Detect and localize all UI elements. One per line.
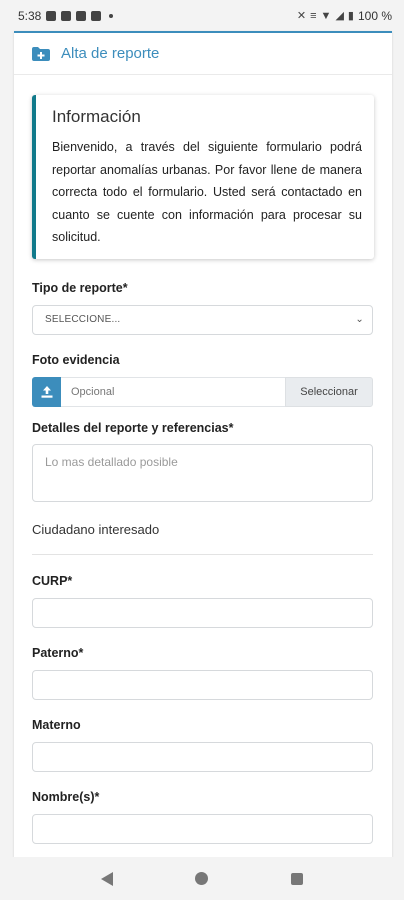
image-notification-icon bbox=[46, 10, 57, 21]
battery-icon: ▮ bbox=[347, 10, 354, 22]
wifi-icon: ▼ bbox=[320, 9, 332, 22]
materno-label: Materno bbox=[32, 717, 81, 732]
curp-label: CURP* bbox=[32, 573, 73, 588]
system-nav-bar bbox=[0, 857, 404, 900]
info-title: Información bbox=[52, 107, 141, 126]
foto-evidencia-input[interactable]: Opcional bbox=[61, 376, 285, 407]
bag-notification-icon bbox=[91, 10, 102, 21]
foto-evidencia-field: Opcional Seleccionar bbox=[32, 376, 373, 407]
home-icon[interactable] bbox=[195, 872, 209, 885]
detalles-label: Detalles del reporte y referencias* bbox=[32, 420, 234, 435]
recents-icon[interactable] bbox=[290, 872, 303, 885]
status-time: 5:38 bbox=[18, 8, 42, 23]
ciudadano-section-title: Ciudadano interesado bbox=[32, 521, 160, 537]
more-notifications-icon bbox=[109, 13, 114, 18]
signal-icon: ◢ bbox=[335, 10, 344, 22]
paterno-input[interactable] bbox=[32, 669, 373, 700]
card-header: Alta de reporte bbox=[14, 33, 392, 75]
upload-icon bbox=[41, 385, 52, 398]
detalles-textarea[interactable]: Lo mas detallado posible bbox=[32, 443, 373, 502]
tipo-reporte-value: SELECCIONE... bbox=[45, 314, 121, 325]
status-bar: 5:38 ✕ ≡ ▼ ◢ ▮ 100 % bbox=[0, 0, 404, 31]
app-notification-icon bbox=[61, 10, 72, 21]
info-callout: Información Bienvenido, a través del sig… bbox=[32, 95, 374, 259]
tipo-reporte-select[interactable]: SELECCIONE... ⌄ bbox=[32, 304, 373, 335]
back-icon[interactable] bbox=[101, 871, 114, 886]
foto-evidencia-label: Foto evidencia bbox=[32, 352, 120, 367]
upload-button[interactable] bbox=[32, 376, 61, 407]
nombre-label: Nombre(s)* bbox=[32, 789, 100, 804]
sync-notification-icon bbox=[76, 10, 87, 21]
mute-icon: ✕ bbox=[296, 10, 307, 22]
paterno-label: Paterno* bbox=[32, 645, 84, 660]
materno-input[interactable] bbox=[32, 741, 373, 772]
nombre-input[interactable] bbox=[32, 813, 373, 844]
tipo-reporte-label: Tipo de reporte* bbox=[32, 280, 128, 295]
vibrate-icon: ≡ bbox=[310, 9, 317, 22]
chevron-down-icon: ⌄ bbox=[355, 313, 364, 325]
folder-plus-icon bbox=[32, 46, 50, 61]
battery-percent: 100 % bbox=[357, 8, 392, 23]
page-title: Alta de reporte bbox=[61, 45, 160, 62]
seleccionar-button[interactable]: Seleccionar bbox=[285, 376, 373, 407]
info-text: Bienvenido, a través del siguiente formu… bbox=[52, 140, 362, 244]
curp-input[interactable] bbox=[32, 597, 373, 628]
report-card: Alta de reporte Información Bienvenido, … bbox=[14, 31, 392, 857]
